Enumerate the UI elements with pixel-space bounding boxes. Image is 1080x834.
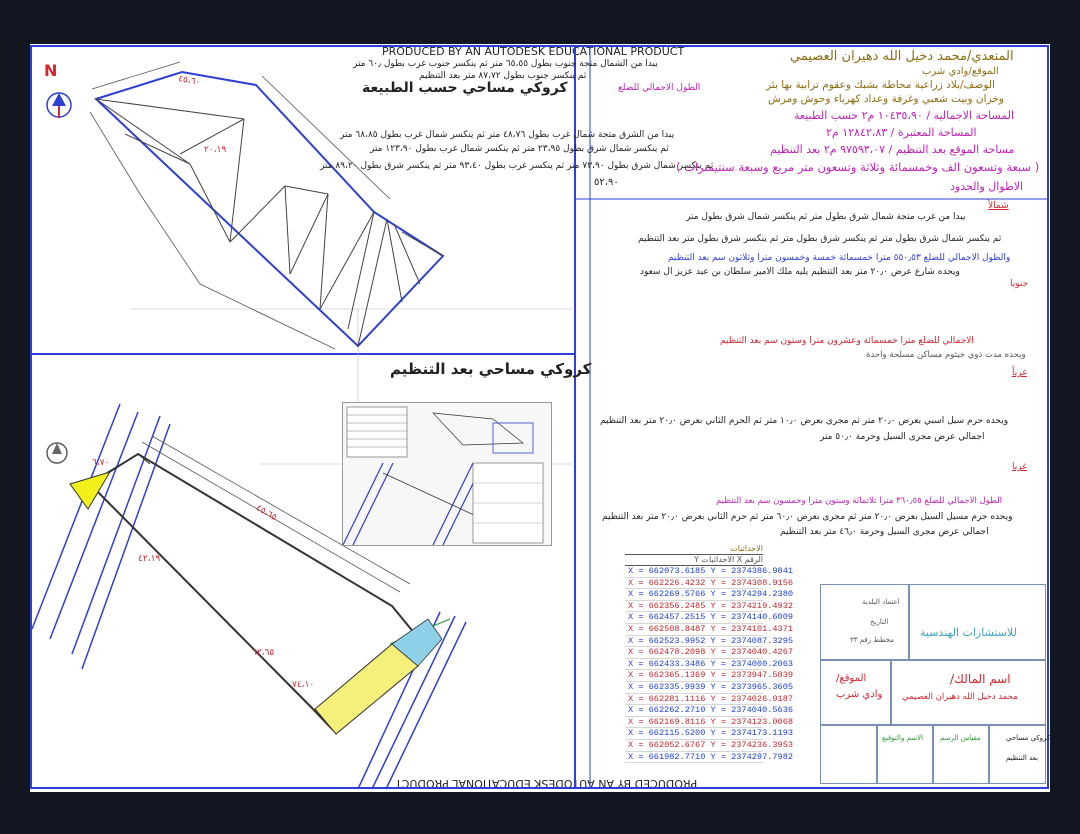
coord-row: X = 662335.9939 Y = 2373965.3605 (625, 682, 793, 694)
panel-west-line-1: ويحده حرم سيل اسبي بعرض ٢٠٫٠ متر ثم مجرى… (600, 416, 1009, 426)
panel-east-line-3: اجمالي عرض مجرى السيل وحرمة ٤٦٫٠ متر بعد… (780, 527, 989, 537)
panel-north-line-3: والطول الاجمالي للضلع ٥٥٠٫٥٣ مترا خمسمائ… (668, 253, 1011, 263)
plan-dim-last: ٥٢،٩٠ (594, 177, 619, 188)
coordinates-header: الرقم X الاحداثيات Y (625, 555, 763, 566)
panel-south-line-1: الاجمالي للضلع مترا خمسمائة وعشرون مترا … (720, 336, 974, 346)
title-block-site-name: وادي شرب (836, 689, 883, 700)
plan-north-dim-3: الطول الاجمالي للضلع (618, 83, 701, 93)
plan-after-title: كروكي مساحي بعد التنظيم (390, 360, 592, 378)
north-label: N (44, 61, 58, 80)
coordinates-table: الاحداثيات الرقم X الاحداثيات Y X = 6620… (625, 544, 793, 764)
title-block-drawn-by: الاسم والتوقيع (882, 734, 924, 742)
coord-row: X = 662269.5766 Y = 2374294.2380 (625, 589, 793, 601)
panel-west-line-2: اجمالي عرض مجرى السيل وحرمة ٥٠٫٠ متر (820, 432, 985, 442)
coord-row: X = 662169.8116 Y = 2374123.0068 (625, 717, 793, 729)
panel-north-line-4: ويحده شارع عرض ٢٠٫٠ متر بعد التنظيم يليه… (640, 267, 960, 277)
coord-row: X = 662281.1116 Y = 2374026.9187 (625, 694, 793, 706)
plan-north-dim-1: يبدا من الشمال متجة جنوب بطول ٦٥،٥٥ متر … (353, 59, 658, 69)
coord-row: X = 662433.3486 Y = 2374000.2063 (625, 659, 793, 671)
panel-area-after: المساحة المعتبرة / ١٢٨٤٢،٨٣ م٢ (826, 126, 977, 139)
coord-row: X = 662457.2515 Y = 2374140.6009 (625, 612, 793, 624)
plan-north-dim-2: ثم ينكسر جنوب بطول ٨٧،٧٢ متر بعد التنظيم (419, 71, 587, 81)
panel-east-heading: غربا (1012, 462, 1027, 472)
after-label-5: ٤٢،١٩ (138, 554, 161, 564)
title-block-site-label: الموقع/ (836, 673, 867, 684)
north-arrow-icon (46, 92, 72, 118)
panel-desc: الوصف/بلاد زراعية محاطة بشبك وعقوم ترابي… (766, 79, 995, 91)
title-block-sketch-title: كروكي مساحي (1006, 734, 1050, 742)
panel-area-words: ( سبعة وتسعون الف وخمسمائة وثلاثة وتسعون… (676, 160, 1040, 174)
title-block-date: التاريخ (870, 618, 889, 626)
coord-row: X = 662508.8487 Y = 2374101.4371 (625, 624, 793, 636)
panel-desc-2: وخزان وبيت شعبي وغرفة وعداد كهرباء وحوش … (768, 93, 1004, 105)
coord-row: X = 662226.4232 Y = 2374308.9156 (625, 578, 793, 590)
panel-area-total: المساحة الاجمالية / ١٠٤٣٥،٩٠ م٢ حسب الطب… (794, 109, 1015, 122)
panel-south-line-2: ويحده مدت ذوي خيثوم مساكن مسلحة واحدة (866, 350, 1026, 360)
plan-east-dim-2: ثم ينكسر شمال شرق بطول ٢٣،٩٥ متر ثم ينكس… (370, 144, 669, 154)
panel-area-site: مساحة الموقع بعد التنظيم / ٩٧٥٩٣،٠٧ م٢ ب… (770, 143, 1015, 156)
panel-owner: المتعدي/محمد دخيل الله دهيران العصيمي (790, 49, 1014, 64)
coord-row: X = 662365.1369 Y = 2373947.5839 (625, 670, 793, 682)
panel-lengths-heading: الاطوال والحدود (950, 180, 1024, 193)
coord-row: X = 662523.9952 Y = 2374087.3295 (625, 636, 793, 648)
edge-label-2: ٢٠،١٩ (204, 145, 227, 155)
coord-row: X = 662262.2710 Y = 2374040.5636 (625, 705, 793, 717)
panel-north-line-2: ثم ينكسر شمال شرق بطول متر ثم ينكسر شرق … (638, 234, 1002, 244)
inset-preview (342, 402, 552, 546)
title-block-office: للاستشارات الهندسية (920, 626, 1017, 639)
plan-east-dim-1: يبدا من الشرق متجة شمال غرب بطول ٤٨،٧٦ م… (340, 130, 675, 140)
after-label-3: ٦٢،٦٥ (252, 648, 275, 658)
coord-row: X = 662115.5200 Y = 2374173.1193 (625, 728, 793, 740)
panel-north-line-1: يبدا من غرب متجة شمال شرق بطول متر ثم ين… (686, 212, 966, 222)
panel-site: الموقع/وادي شرب (922, 66, 999, 77)
title-block-scale: مقياس الرسم (940, 734, 981, 742)
panel-west-heading: غرباً (1012, 368, 1027, 378)
parcel-before-outline (89, 61, 445, 350)
title-block-sketch-sub: بعد التنظيم (1006, 754, 1039, 762)
coordinates-title: الاحداثيات (625, 544, 763, 555)
title-block: اعتماد البلدية التاريخ مخطط رقم ٣٣ للاست… (820, 584, 1050, 784)
coord-row: X = 662478.2098 Y = 2374040.4267 (625, 647, 793, 659)
north-arrow-small-icon (46, 442, 68, 464)
coord-row: X = 661982.7710 Y = 2374297.7982 (625, 752, 793, 764)
title-block-approval: اعتماد البلدية (862, 598, 900, 606)
after-label-1: ٦،٧٠ (92, 458, 110, 468)
plan-before-title: كروكي مساحي حسب الطبيعة (362, 80, 568, 96)
coord-row: X = 662052.6767 Y = 2374236.3953 (625, 740, 793, 752)
title-block-owner-name: محمد دخيل الله دهيران العصيمي (902, 692, 1018, 702)
after-label-4: ٧٤،١٠ (292, 680, 315, 690)
title-block-plan-no: مخطط رقم ٣٣ (850, 636, 895, 644)
title-block-owner-label: اسم المالك/ (950, 672, 1011, 686)
plan-east-dim-3: ثم ينكسر شمال شرق بطول ٧٣،٩٠ متر ثم ينكس… (320, 161, 714, 171)
drawing-sheet: PRODUCED BY AN AUTODESK EDUCATIONAL PROD… (30, 44, 1050, 792)
inset-drawing (342, 406, 544, 546)
panel-east-line-1: الطول الاجمالي للضلع ٣٦٠٫٥٥ مترا ثلاثمائ… (716, 496, 1003, 506)
panel-north-line-5: جنوبا (1010, 279, 1029, 289)
coord-row: X = 662356.2485 Y = 2374219.4932 (625, 601, 793, 613)
coord-row: X = 662073.6185 Y = 2374386.9841 (625, 566, 793, 578)
panel-north-heading: شمالاً (988, 201, 1009, 211)
panel-east-line-2: ويحده حرم مسيل السيل بعرض ٢٠٫٠ متر ثم مج… (602, 512, 1013, 522)
